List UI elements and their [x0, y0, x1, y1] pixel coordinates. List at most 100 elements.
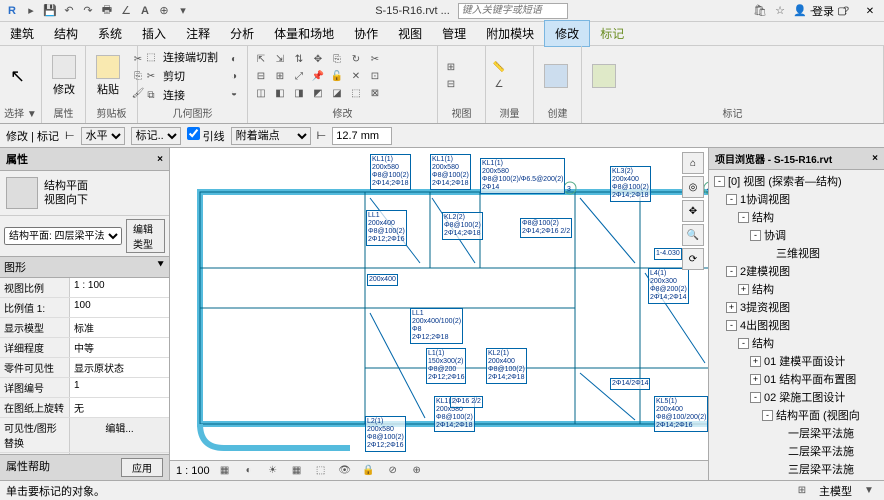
prop-row[interactable]: 可见性/图形替换编辑... — [0, 418, 169, 453]
model-label[interactable]: 主模型 — [819, 483, 852, 499]
beam-tag[interactable]: KL3(2)200x400Φ8@100(2)2Φ14;2Φ18 — [610, 166, 651, 202]
minimize-button[interactable]: ─ — [800, 0, 828, 22]
move-icon[interactable]: ✥ — [309, 51, 327, 67]
properties-help-link[interactable]: 属性帮助 — [6, 458, 50, 477]
tree-node[interactable]: -协调 — [711, 226, 882, 244]
nav-home-icon[interactable]: ⌂ — [682, 152, 704, 174]
redo-icon[interactable]: ↷ — [80, 3, 96, 19]
measure1-icon[interactable]: 📏 — [490, 60, 508, 76]
sun-path-icon[interactable]: ☀ — [264, 463, 282, 479]
m5-icon[interactable]: ◪ — [328, 85, 346, 101]
scale-label[interactable]: 1 : 100 — [176, 465, 210, 477]
m1-icon[interactable]: ◫ — [252, 85, 270, 101]
tree-node[interactable]: -1协调视图 — [711, 190, 882, 208]
tree-node[interactable]: +3提资视图 — [711, 298, 882, 316]
tree-expander-icon[interactable]: - — [726, 194, 737, 205]
properties-close-icon[interactable]: × — [157, 154, 163, 165]
offset-icon[interactable]: ⇲ — [271, 51, 289, 67]
view1-icon[interactable]: ⊞ — [442, 60, 460, 76]
prop-row[interactable]: 比例值 1:100 — [0, 298, 169, 318]
join-icon[interactable]: ⧉ — [142, 87, 160, 103]
beam-tag[interactable]: KL1(1)200x580Φ8@100(2)2Φ14;2Φ18 — [430, 154, 471, 190]
save-icon[interactable]: 💾 — [42, 3, 58, 19]
tab-体量和场地[interactable]: 体量和场地 — [264, 21, 344, 46]
tree-expander-icon[interactable]: + — [750, 356, 761, 367]
recent-icon[interactable]: ▾ — [175, 3, 191, 19]
leader-checkbox[interactable] — [187, 127, 200, 140]
tab-标记[interactable]: 标记 — [590, 21, 634, 46]
prop-row[interactable]: 视图比例1 : 100 — [0, 278, 169, 298]
beam-tag[interactable]: KL1(1)200x580Φ8@100(2)2Φ14;2Φ18 — [370, 154, 411, 190]
beam-tag[interactable]: KL2(2)Φ8@100(2)2Φ14;2Φ18 — [442, 212, 483, 240]
beam-tag[interactable]: KL5(1)200x400Φ8@100/200(2)2Φ14;2Φ16 — [654, 396, 708, 432]
modify-button[interactable]: 修改 — [46, 53, 82, 99]
tab-附加模块[interactable]: 附加模块 — [476, 21, 544, 46]
prop-value[interactable]: 1 — [70, 378, 169, 397]
beam-tag[interactable]: L2(1)200x580Φ8@100(2)2Φ12;2Φ16 — [365, 416, 406, 452]
beam-tag[interactable]: Φ8@100(2)2Φ14;2Φ16 2/2 — [520, 218, 572, 238]
copy-mod-icon[interactable]: ⎘ — [328, 51, 346, 67]
instance-select[interactable]: 结构平面: 四层梁平法 — [4, 227, 122, 245]
tab-修改[interactable]: 修改 — [544, 20, 590, 47]
tag-button[interactable] — [586, 62, 622, 90]
tree-node[interactable]: -结构平面 (视图向 — [711, 406, 882, 424]
prop-value[interactable]: 编辑... — [70, 418, 169, 452]
prop-row[interactable]: 在图纸上旋转无 — [0, 398, 169, 418]
nav-orbit-icon[interactable]: ⟳ — [682, 248, 704, 270]
nav-zoom-icon[interactable]: 🔍 — [682, 224, 704, 246]
tree-expander-icon[interactable]: - — [726, 320, 737, 331]
prop-row[interactable]: 零件可见性显示原状态 — [0, 358, 169, 378]
tree-expander-icon[interactable]: + — [726, 302, 737, 313]
tab-管理[interactable]: 管理 — [432, 21, 476, 46]
close-button[interactable]: ✕ — [856, 0, 884, 22]
open-icon[interactable]: ▸ — [23, 3, 39, 19]
tree-expander-icon[interactable]: - — [762, 410, 773, 421]
view2-icon[interactable]: ⊟ — [442, 77, 460, 93]
crop-show-icon[interactable]: 👁 — [336, 463, 354, 479]
tab-系统[interactable]: 系统 — [88, 21, 132, 46]
array-icon[interactable]: ⊞ — [271, 68, 289, 84]
geom-opt1-icon[interactable]: ◐ — [225, 51, 243, 67]
m4-icon[interactable]: ◩ — [309, 85, 327, 101]
geom-opt3-icon[interactable]: ◒ — [225, 85, 243, 101]
detail-level-icon[interactable]: ▦ — [216, 463, 234, 479]
select-tool[interactable]: ↖ — [4, 64, 31, 89]
measure-icon[interactable]: ∠ — [118, 3, 134, 19]
visual-style-icon[interactable]: ◐ — [240, 463, 258, 479]
prop-value[interactable]: 100 — [70, 298, 169, 317]
paste-button[interactable]: 粘贴 — [90, 53, 126, 99]
type-selector[interactable]: 结构平面视图向下 — [0, 171, 169, 216]
prop-row[interactable]: 显示模型标准 — [0, 318, 169, 338]
mirror-icon[interactable]: ⇅ — [290, 51, 308, 67]
tree-node[interactable]: 三维视图 — [711, 244, 882, 262]
apply-button[interactable]: 应用 — [121, 458, 163, 477]
beam-tag[interactable]: 1-4.030 — [654, 248, 682, 260]
tag-select[interactable]: 标记... — [131, 127, 181, 145]
drawing-canvas[interactable]: 3 4 KL1(1)200x580Φ8@100(2)2Φ14;2Φ18KL1(1… — [170, 148, 708, 460]
geom-cut-icon[interactable]: ✂ — [142, 68, 160, 84]
undo-icon[interactable]: ↶ — [61, 3, 77, 19]
prop-value[interactable]: 无 — [70, 398, 169, 417]
prop-value[interactable]: 中等 — [70, 338, 169, 357]
app-icon[interactable]: R — [4, 3, 20, 19]
tab-插入[interactable]: 插入 — [132, 21, 176, 46]
print-icon[interactable]: 🖶 — [99, 3, 115, 19]
tab-视图[interactable]: 视图 — [388, 21, 432, 46]
tree-node[interactable]: 四层梁平法施 — [711, 478, 882, 480]
edit-type-button[interactable]: 编辑类型 — [126, 219, 165, 253]
beam-tag[interactable]: L1(1)150x300(2)Φ8@2002Φ12;2Φ16 — [426, 348, 466, 384]
delete-icon[interactable]: ✕ — [347, 68, 365, 84]
workset-icon[interactable]: ⊞ — [793, 483, 811, 499]
filter-icon[interactable]: ▼ — [860, 483, 878, 499]
tree-node[interactable]: -02 梁施工图设计 — [711, 388, 882, 406]
beam-tag[interactable]: 2Φ14/2Φ14 — [610, 378, 650, 390]
nav-pan-icon[interactable]: ✥ — [682, 200, 704, 222]
tree-node[interactable]: -2建模视图 — [711, 262, 882, 280]
tab-分析[interactable]: 分析 — [220, 21, 264, 46]
tree-expander-icon[interactable]: - — [750, 392, 761, 403]
sync-icon[interactable]: ⊕ — [156, 3, 172, 19]
help-search-input[interactable] — [458, 3, 568, 19]
crop-icon[interactable]: ⬚ — [312, 463, 330, 479]
nav-wheel-icon[interactable]: ◎ — [682, 176, 704, 198]
beam-tag[interactable]: 200x400 — [367, 274, 398, 286]
